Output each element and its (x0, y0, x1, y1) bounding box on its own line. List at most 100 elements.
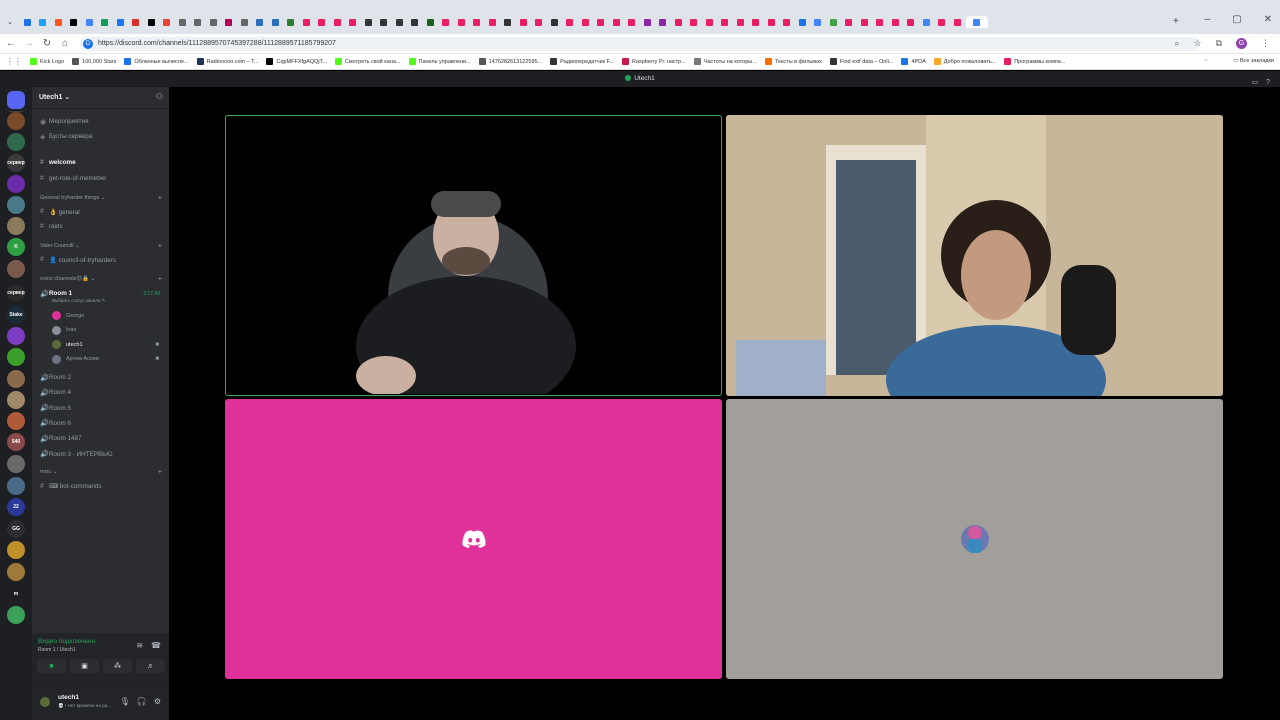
channel-general[interactable]: # 👌 general (38, 205, 164, 218)
browser-tab[interactable] (671, 16, 686, 28)
server-icon[interactable] (7, 217, 25, 235)
browser-tab[interactable] (392, 16, 407, 28)
browser-tab[interactable] (408, 16, 423, 28)
server-icon[interactable] (7, 260, 25, 278)
bookmark-item[interactable]: 1476282613122595... (478, 58, 542, 65)
voice-room[interactable]: 🔊 Room 2 (38, 371, 164, 384)
category-voice[interactable]: voice channels😊🔒 ⌄ + (40, 276, 162, 283)
browser-tab[interactable] (206, 16, 221, 28)
browser-tab[interactable] (857, 16, 872, 28)
browser-tab[interactable] (330, 16, 345, 28)
browser-tab[interactable] (160, 16, 175, 28)
bookmark-item[interactable]: CqpMFFXfgAQQjT... (266, 58, 327, 65)
bookmark-item[interactable]: Kick Logo (30, 58, 64, 65)
channel-bot-commands[interactable]: # ⌨ bot-commands (38, 480, 164, 493)
browser-tab[interactable] (36, 16, 51, 28)
browser-tab[interactable] (888, 16, 903, 28)
browser-tab[interactable] (935, 16, 950, 28)
voice-location[interactable]: Room 1 / Utech1 (38, 647, 76, 653)
bookmark-star-icon[interactable]: ☆ (1193, 38, 1201, 49)
browser-tab[interactable] (594, 16, 609, 28)
server-icon[interactable] (7, 175, 25, 193)
noise-suppression-icon[interactable]: ≋ (136, 641, 143, 650)
bookmark-item[interactable]: Radiooooo.com – T... (196, 58, 258, 65)
zoom-icon[interactable]: ⌕ (1174, 38, 1179, 49)
disconnect-icon[interactable]: ☎ (151, 641, 161, 650)
browser-tab[interactable] (268, 16, 283, 28)
screen-share-button[interactable]: ▣ (70, 659, 99, 673)
minimize-icon[interactable]: – (1205, 14, 1211, 25)
channel-welcome[interactable]: # welcome (38, 156, 164, 169)
browser-tab[interactable] (764, 16, 779, 28)
bookmark-item[interactable]: Добро пожаловать... (933, 58, 996, 65)
server-icon[interactable] (7, 196, 25, 214)
browser-tab[interactable] (656, 16, 671, 28)
channel-status[interactable]: Выбрать статус канала ✎ (52, 298, 106, 304)
user-avatar[interactable] (38, 695, 52, 709)
video-tile-3[interactable] (225, 399, 722, 679)
bookmark-item[interactable]: Find exif data – Onli... (829, 58, 893, 65)
browser-tab[interactable] (904, 16, 919, 28)
browser-tab[interactable] (795, 16, 810, 28)
browser-tab[interactable] (950, 16, 965, 28)
browser-tab[interactable] (501, 16, 516, 28)
browser-tab[interactable] (175, 16, 190, 28)
browser-tab[interactable] (299, 16, 314, 28)
server-icon[interactable]: m (7, 585, 25, 603)
browser-tab[interactable] (237, 16, 252, 28)
voice-member[interactable]: George (52, 309, 162, 322)
category-tryharder[interactable]: General tryharder things ⌄ + (40, 195, 162, 202)
browser-tab[interactable] (20, 16, 35, 28)
browser-tab[interactable] (718, 16, 733, 28)
voice-room[interactable]: 🔊 Room 1487 (38, 432, 164, 445)
channel-council[interactable]: # 👤 council-of-tryharders (38, 253, 164, 266)
apps-icon[interactable]: ⋮⋮ (6, 57, 22, 66)
server-icon[interactable] (7, 391, 25, 409)
browser-tab[interactable] (315, 16, 330, 28)
server-icon[interactable] (7, 477, 25, 495)
channel-raids[interactable]: # raids (38, 220, 164, 233)
voice-room[interactable]: 🔊 Room 5 (38, 402, 164, 415)
back-icon[interactable]: ← (5, 38, 17, 49)
voice-member[interactable]: Артем Асеев ■ (52, 353, 162, 366)
browser-tab[interactable] (113, 16, 128, 28)
add-channel-icon[interactable]: + (158, 195, 162, 202)
video-tile-2[interactable] (726, 115, 1223, 396)
browser-tab[interactable] (377, 16, 392, 28)
server-icon[interactable] (7, 541, 25, 559)
category-misc[interactable]: misc ⌄ + (40, 469, 162, 476)
url-field[interactable]: D https://discord.com/channels/111288957… (80, 37, 1200, 51)
bookmark-item[interactable]: Raspberry Pi: настр... (621, 58, 686, 65)
all-bookmarks[interactable]: ▭ Все закладки (1233, 58, 1274, 64)
browser-tab[interactable] (191, 16, 206, 28)
server-icon[interactable]: GG (7, 520, 25, 538)
browser-tab[interactable] (51, 16, 66, 28)
help-icon[interactable]: ? (1266, 75, 1270, 91)
server-icon[interactable] (7, 370, 25, 388)
settings-gear-icon[interactable]: ⚙ (154, 697, 161, 706)
browser-tab[interactable] (144, 16, 159, 28)
bookmark-item[interactable]: Облачные вычисле... (124, 58, 189, 65)
browser-tab[interactable] (516, 16, 531, 28)
voice-member[interactable]: utech1 ■ (52, 338, 162, 351)
add-channel-icon[interactable]: + (158, 276, 162, 283)
new-tab-icon[interactable]: + (1173, 16, 1179, 27)
server-icon[interactable] (7, 327, 25, 345)
server-icon[interactable] (7, 412, 25, 430)
browser-tab[interactable] (578, 16, 593, 28)
browser-tab[interactable] (563, 16, 578, 28)
soundboard-button[interactable]: ♬ (136, 659, 165, 673)
server-header[interactable]: Utech1 ⌄ ⚇ (32, 87, 169, 109)
maximize-icon[interactable]: ▢ (1232, 14, 1241, 25)
browser-tab[interactable] (919, 16, 934, 28)
server-icon[interactable]: Stake (7, 306, 25, 324)
channel-events[interactable]: ◉ Мероприятия (38, 115, 164, 128)
discord-home-icon[interactable] (7, 91, 25, 109)
browser-tab[interactable] (454, 16, 469, 28)
category-valor[interactable]: Valer Councill ⌄ + (40, 243, 162, 250)
server-icon[interactable]: K (7, 238, 25, 256)
browser-tab[interactable] (253, 16, 268, 28)
tab-search-icon[interactable]: ⌄ (5, 17, 15, 27)
browser-tab[interactable] (98, 16, 113, 28)
bookmark-item[interactable]: Частоты на которы... (693, 58, 757, 65)
